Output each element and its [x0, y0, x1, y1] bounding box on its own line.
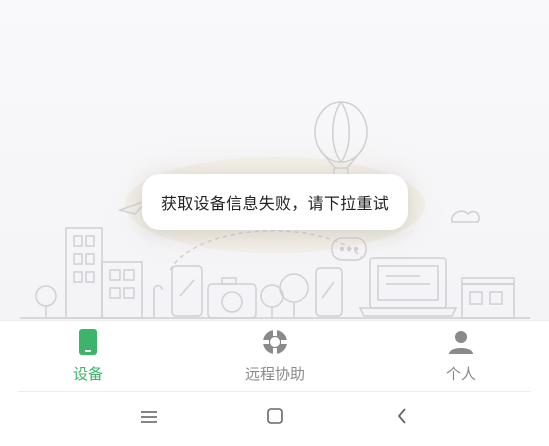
home-button[interactable] [255, 402, 295, 434]
phone-icon [78, 327, 98, 357]
home-square-icon [266, 407, 284, 429]
camera-illustration [207, 283, 257, 319]
cloud-icon [451, 210, 480, 223]
tab-remote-assist[interactable]: 远程协助 [205, 321, 345, 393]
back-chevron-icon [396, 407, 408, 429]
menu-button[interactable] [129, 402, 169, 434]
person-icon [448, 327, 474, 357]
tab-remote-assist-label: 远程协助 [244, 365, 305, 383]
tab-devices[interactable]: 设备 [18, 321, 158, 393]
back-button[interactable] [382, 402, 422, 434]
lifebuoy-icon [261, 327, 289, 357]
empty-state-illustration [20, 101, 530, 319]
menu-icon [141, 409, 157, 428]
tab-profile-label: 个人 [445, 365, 476, 383]
toast-message: 获取设备信息失败，请下拉重试 [160, 194, 390, 213]
bottom-tab-bar: 设备 远程协助 个人 [0, 320, 549, 393]
empty-state-area[interactable]: 获取设备信息失败，请下拉重试 [0, 0, 549, 320]
tab-devices-label: 设备 [72, 365, 103, 383]
phone-illustration [171, 265, 203, 317]
system-navigation-bar [0, 392, 549, 446]
error-toast: 获取设备信息失败，请下拉重试 [142, 174, 408, 230]
tab-profile[interactable]: 个人 [391, 321, 531, 393]
